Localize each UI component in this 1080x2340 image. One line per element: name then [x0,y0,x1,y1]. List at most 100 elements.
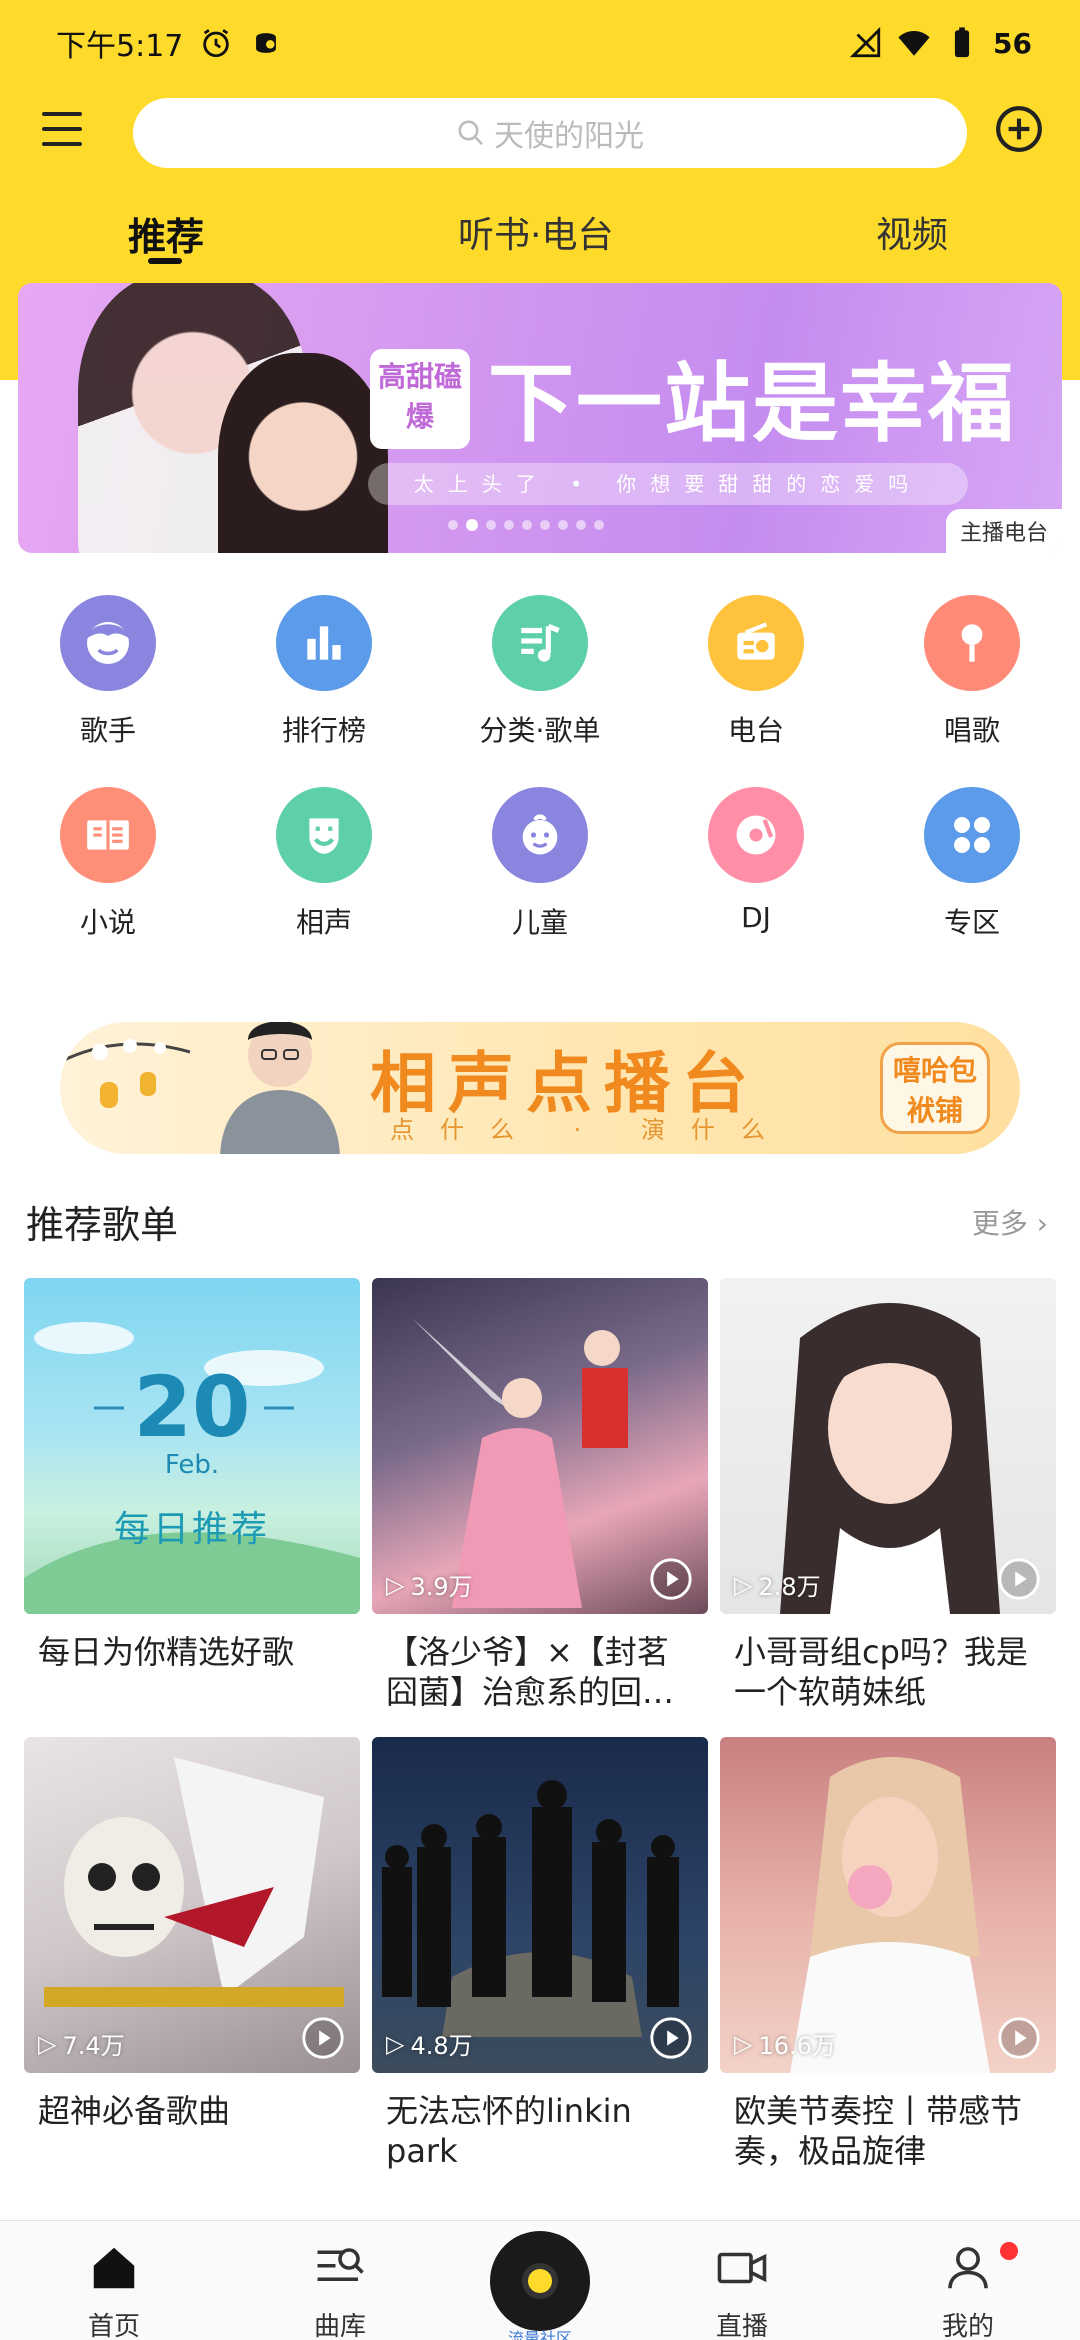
status-bar: 下午5:17 56 [0,0,1080,86]
daily-month: Feb. [164,1450,220,1480]
grid-item-playlists[interactable]: 分类·歌单 [460,595,620,749]
home-icon [93,2247,135,2289]
library-search-icon [317,2248,364,2282]
grid-item-dj[interactable]: DJ [676,787,836,934]
alarm-icon [203,29,230,58]
tab-recommend[interactable]: 推荐 [128,206,204,261]
more-link[interactable]: 更多 › [972,1202,1048,1242]
crosstalk-subtitle: 点什么 · 演什么 [390,1116,791,1144]
banner-dot [558,520,568,530]
signal-icon [849,26,881,58]
playlist-title: 每日为你精选好歌 [38,1633,295,1671]
notification-app-icon [256,33,277,53]
playlist-card[interactable]: ▷ 4.8万 无法忘怀的linkin park [372,1737,708,2171]
tab-bar: 推荐 听书·电台 视频 [0,196,1080,276]
banner-dot [594,520,604,530]
status-time: 下午5:17 [56,29,184,64]
play-button-icon[interactable] [648,1556,694,1602]
nav-mine[interactable]: 我的 [898,2241,1038,2340]
playlist-title: 【洛少爷】×【封茗囧菌】治愈系的回… [386,1633,675,1711]
mask-icon [276,787,372,883]
crosstalk-badge: 嘻哈包袱铺 [880,1042,990,1134]
microphone-icon [924,595,1020,691]
play-button-icon[interactable] [648,2015,694,2061]
grid-label: 分类·歌单 [479,714,601,747]
dj-disc-icon [708,787,804,883]
crosstalk-banner[interactable]: 相声点播台 点什么 · 演什么 嘻哈包袱铺 [60,1022,1020,1154]
search-input[interactable]: 天使的阳光 [133,98,967,168]
grid-item-karaoke[interactable]: 唱歌 [892,595,1052,749]
battery-icon [954,27,970,58]
singer-icon [60,595,156,691]
grid-item-crosstalk[interactable]: 相声 [244,787,404,941]
nav-home[interactable]: 首页 [44,2241,184,2340]
nav-library[interactable]: 曲库 [270,2241,410,2340]
grid-item-singer[interactable]: 歌手 [28,595,188,749]
play-triangle-icon: ▷ [386,1570,405,1599]
nav-mine-label: 我的 [941,2312,994,2340]
banner-image-woman [218,353,388,553]
add-icon[interactable] [994,104,1044,154]
section-title: 推荐歌单 [26,1203,179,1247]
playlist-card[interactable]: ▷ 3.9万 【洛少爷】×【封茗囧菌】治愈系的回… [372,1278,708,1712]
playlist-cover: ▷ 16.6万 [720,1737,1056,2073]
playlist-cover: ▷ 7.4万 [24,1737,360,2073]
grid-item-radio[interactable]: 电台 [676,595,836,749]
banner-badge: 高甜磕爆 [370,349,470,449]
grid-label: 电台 [727,714,784,747]
search-icon [458,120,484,146]
banner-dot [486,520,496,530]
chart-icon [276,595,372,691]
vinyl-player-button[interactable] [490,2231,590,2331]
grid-item-zone[interactable]: 专区 [892,787,1052,941]
play-triangle-icon: ▷ [386,2029,405,2058]
play-count-value: 16.6万 [758,2032,836,2060]
banner-dot [466,519,478,531]
nav-live[interactable]: 直播 [672,2241,812,2340]
tab-audiobook-radio[interactable]: 听书·电台 [458,206,613,258]
baby-icon [492,787,588,883]
book-icon [60,787,156,883]
play-button-icon[interactable] [300,2015,346,2061]
grid-item-charts[interactable]: 排行榜 [244,595,404,749]
grid-label: 排行榜 [281,714,366,747]
nav-home-label: 首页 [87,2312,140,2340]
grid-item-novel[interactable]: 小说 [28,787,188,941]
banner-dot [504,520,514,530]
tab-video[interactable]: 视频 [876,206,948,258]
menu-icon[interactable] [42,112,82,152]
playlist-card-daily[interactable]: 20 Feb. 每日推荐 每日为你精选好歌 [24,1278,360,1712]
play-button-icon[interactable] [996,1556,1042,1602]
banner-dot [576,520,586,530]
chevron-right-icon: › [1036,1207,1048,1240]
lantern-decoration [60,1039,191,1108]
playlist-card[interactable]: ▷ 16.6万 欧美节奏控丨带感节奏，极品旋律 [720,1737,1056,2171]
playlist-title: 小哥哥组cp吗？我是一个软萌妹纸 [734,1633,1028,1711]
grid-label: 唱歌 [943,714,1000,747]
search-placeholder: 天使的阳光 [494,119,644,154]
grid-icon [924,787,1020,883]
grid-label: 小说 [79,906,136,939]
bottom-navigation: 首页 曲库 流量社区 直播 我的 [0,2220,1080,2340]
grid-label: 专区 [943,906,1000,939]
playlist-cover: ▷ 2.8万 [720,1278,1056,1614]
play-count: ▷ 2.8万 [734,1567,821,1602]
play-button-icon[interactable] [996,2015,1042,2061]
banner-title: 下一站是幸福 [488,354,1016,454]
play-count-value: 4.8万 [410,2032,473,2060]
promo-banner[interactable]: 高甜磕爆 下一站是幸福 太上头了 • 你想要甜甜的恋爱吗 主播电台 [18,283,1062,553]
play-count: ▷ 7.4万 [38,2026,125,2061]
radio-icon [708,595,804,691]
playlist-cover: 20 Feb. 每日推荐 [24,1278,360,1614]
notification-badge [1000,2242,1018,2260]
more-label: 更多 [971,1207,1028,1240]
playlist-card[interactable]: ▷ 2.8万 小哥哥组cp吗？我是一个软萌妹纸 [720,1278,1056,1712]
grid-item-children[interactable]: 儿童 [460,787,620,941]
grid-label: DJ [741,901,771,934]
play-count-value: 7.4万 [62,2032,125,2060]
playlist-card[interactable]: ▷ 7.4万 超神必备歌曲 [24,1737,360,2171]
profile-icon [948,2247,988,2289]
header: 天使的阳光 [0,96,1080,172]
banner-dot [540,520,550,530]
video-camera-icon [717,2252,767,2284]
